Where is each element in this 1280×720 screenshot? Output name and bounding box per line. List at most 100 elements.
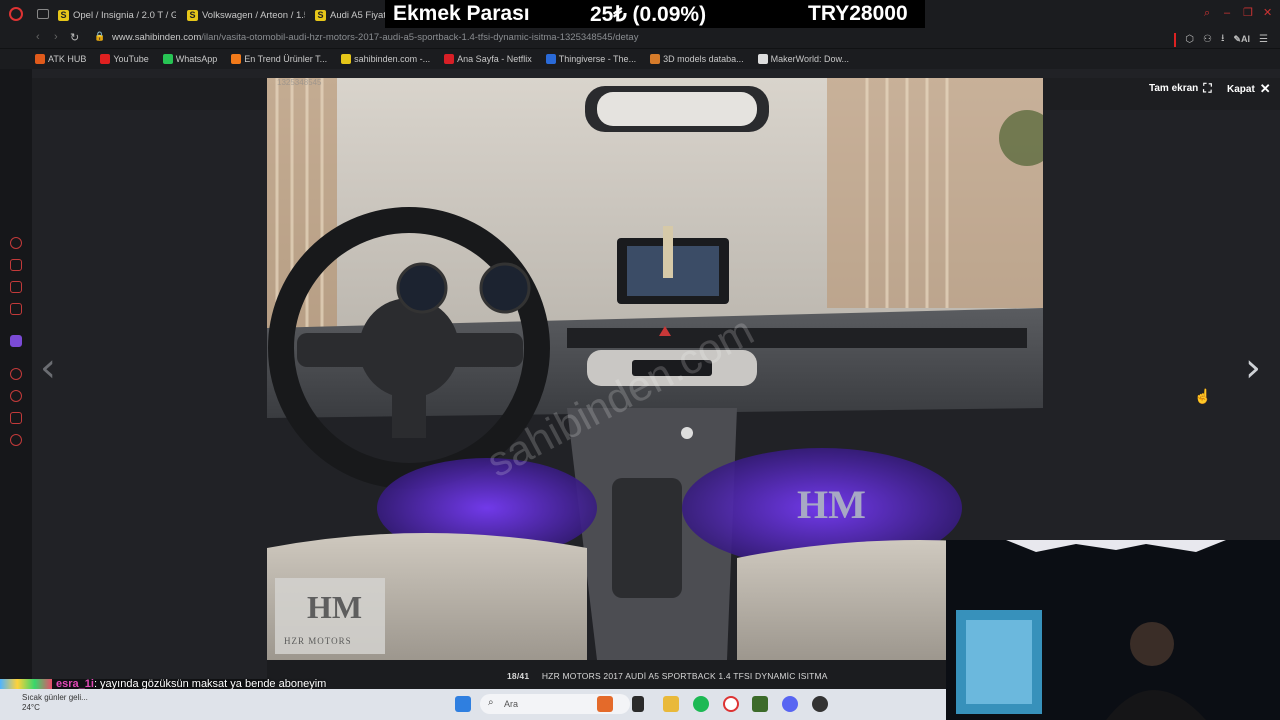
back-icon[interactable]: ‹: [36, 31, 40, 43]
tab-overview-icon[interactable]: [37, 9, 49, 19]
pinboard-icon[interactable]: [10, 412, 22, 424]
close-window-icon[interactable]: ✕: [1263, 8, 1273, 19]
spotify-icon[interactable]: [693, 696, 709, 712]
url-field[interactable]: www.sahibinden.com/ilan/vasita-otomobil-…: [112, 32, 638, 43]
bookmark-item[interactable]: Thingiverse - The...: [545, 54, 637, 64]
instagram-icon[interactable]: [10, 281, 22, 293]
bookmarks-bar: ATK HUB YouTube WhatsApp En Trend Ürünler T…: [0, 49, 1280, 69]
url-path: /ilan/vasita-otomobil-audi-hzr-motors-20…: [201, 32, 639, 43]
opera-logo-icon[interactable]: [9, 7, 23, 21]
svg-text:HM: HM: [307, 589, 362, 625]
address-bar-row: ‹ › ↻ 🔒 www.sahibinden.com/ilan/vasita-o…: [0, 28, 1280, 48]
divider: [1174, 32, 1177, 47]
bookmark-label: Thingiverse - The...: [558, 54, 637, 64]
trendyol-icon: [231, 54, 242, 64]
goal-amount: 25₺ (0.09%): [590, 3, 707, 26]
next-photo-arrow-icon[interactable]: ›: [1245, 345, 1261, 391]
listing-title: HZR MOTORS 2017 AUDİ A5 SPORTBACK 1.4 TF…: [541, 671, 828, 681]
close-gallery-button[interactable]: Kapat ✕: [1227, 81, 1271, 97]
mat-logo-text: HM: [797, 482, 866, 527]
sahibinden-icon: S: [58, 9, 69, 21]
task-view-icon[interactable]: [632, 696, 644, 712]
windows-start-icon[interactable]: [455, 696, 471, 712]
tab-audi-a5[interactable]: S Audi A5 Fiyatlar: [315, 6, 387, 24]
bookmark-label: Ana Sayfa - Netflix: [457, 54, 532, 64]
twitch-icon[interactable]: [10, 335, 22, 347]
menu-icon[interactable]: ☰: [1259, 34, 1268, 45]
car-interior-image: HM HM sahibinden.com: [267, 78, 1043, 660]
reload-icon[interactable]: ↻: [70, 31, 79, 44]
obs-icon[interactable]: [812, 696, 828, 712]
bookmark-item[interactable]: En Trend Ürünler T...: [231, 54, 327, 64]
tab-opel-insignia[interactable]: S Opel / Insignia / 2.0 T / Gra: [58, 6, 176, 24]
mouse-cursor-icon: ☝: [1194, 388, 1212, 404]
bookmark-item[interactable]: YouTube: [100, 54, 149, 64]
music-icon[interactable]: [10, 303, 22, 315]
history-icon[interactable]: [10, 390, 22, 402]
maximize-icon[interactable]: ❐: [1243, 8, 1253, 19]
bookmark-label: WhatsApp: [175, 54, 218, 64]
bookmark-item[interactable]: WhatsApp: [162, 54, 218, 64]
ai-button[interactable]: ✎AI: [1233, 34, 1250, 45]
xbox-icon[interactable]: [752, 696, 768, 712]
search-tabs-icon[interactable]: ⌕: [1204, 8, 1214, 19]
faded-listing-id: 1325348545: [277, 78, 322, 87]
fullscreen-button[interactable]: Tam ekran ⛶: [1149, 81, 1212, 96]
minimize-icon[interactable]: –: [1224, 8, 1234, 19]
photo-caption: 18/41 HZR MOTORS 2017 AUDİ A5 SPORTBACK …: [507, 671, 828, 681]
bookmark-item[interactable]: Ana Sayfa - Netflix: [444, 54, 532, 64]
bookmark-item[interactable]: MakerWorld: Dow...: [757, 54, 849, 64]
fullscreen-label: Tam ekran: [1149, 83, 1199, 94]
tab-label: Opel / Insignia / 2.0 T / Gra: [73, 9, 176, 21]
weather-temperature: 24°C: [22, 703, 40, 712]
weather-widget[interactable]: Sıcak günler geli... 24°C: [22, 693, 88, 713]
previous-photo-arrow-icon[interactable]: ‹: [40, 345, 56, 391]
browser-sidebar: [0, 69, 32, 679]
goal-label: Ekmek Parası: [393, 2, 530, 25]
close-icon: ✕: [1259, 81, 1271, 96]
bookmark-label: ATK HUB: [48, 54, 87, 64]
bookmark-item[interactable]: sahibinden.com -...: [341, 54, 430, 64]
atk-icon: [35, 54, 45, 64]
telegram-icon[interactable]: [10, 259, 22, 271]
stream-goal-overlay: Ekmek Parası 25₺ (0.09%) TRY28000: [385, 0, 925, 28]
lock-icon[interactable]: 🔒: [94, 31, 105, 42]
settings-icon[interactable]: [10, 434, 22, 446]
search-icon: ⌕: [488, 697, 494, 708]
extensions-icon[interactable]: ⬡: [1185, 34, 1194, 45]
messenger-icon[interactable]: [10, 237, 22, 249]
tab-label: Volkswagen / Arteon / 1.5: [202, 9, 305, 21]
chat-badges-icon: [0, 678, 52, 690]
search-placeholder: Ara: [504, 699, 519, 709]
bookmark-item[interactable]: 3D models databa...: [650, 54, 744, 64]
tab-vw-arteon[interactable]: S Volkswagen / Arteon / 1.5: [187, 6, 305, 24]
bookmark-label: MakerWorld: Dow...: [770, 54, 849, 64]
bookmark-label: En Trend Ürünler T...: [244, 54, 328, 64]
car-interior-photo: HM HM sahibinden.com 1325348545 HZR MOTO…: [267, 78, 1043, 660]
netflix-icon: [444, 54, 455, 64]
close-label: Kapat: [1227, 83, 1255, 95]
goal-target: TRY28000: [808, 2, 908, 25]
makerworld-icon: [757, 54, 768, 64]
sahibinden-icon: [341, 54, 352, 64]
bookmark-item[interactable]: ATK HUB: [35, 54, 86, 64]
webcam-feed-image: [946, 540, 1280, 720]
sahibinden-icon: S: [315, 9, 326, 21]
watermark-text: HZR MOTORS: [284, 636, 352, 646]
file-explorer-icon[interactable]: [663, 696, 679, 712]
browser-tab-bar: S Opel / Insignia / 2.0 T / Gra S Volksw…: [0, 0, 1280, 28]
bookmark-label: sahibinden.com -...: [354, 54, 431, 64]
streamer-webcam: [946, 540, 1280, 720]
discord-icon[interactable]: [782, 696, 798, 712]
opera-taskbar-icon[interactable]: [723, 696, 739, 712]
url-host: www.sahibinden.com: [112, 32, 202, 43]
bookmark-label: YouTube: [113, 54, 149, 64]
3dmodels-icon: [650, 54, 661, 64]
tab-label: Audi A5 Fiyatlar: [330, 9, 387, 21]
widget-icon[interactable]: [597, 696, 613, 712]
account-icon[interactable]: ⚇: [1203, 34, 1212, 45]
player-icon[interactable]: [10, 368, 22, 380]
whatsapp-icon: [162, 54, 173, 64]
download-icon[interactable]: ⭳: [1221, 31, 1225, 48]
forward-icon[interactable]: ›: [54, 31, 58, 43]
